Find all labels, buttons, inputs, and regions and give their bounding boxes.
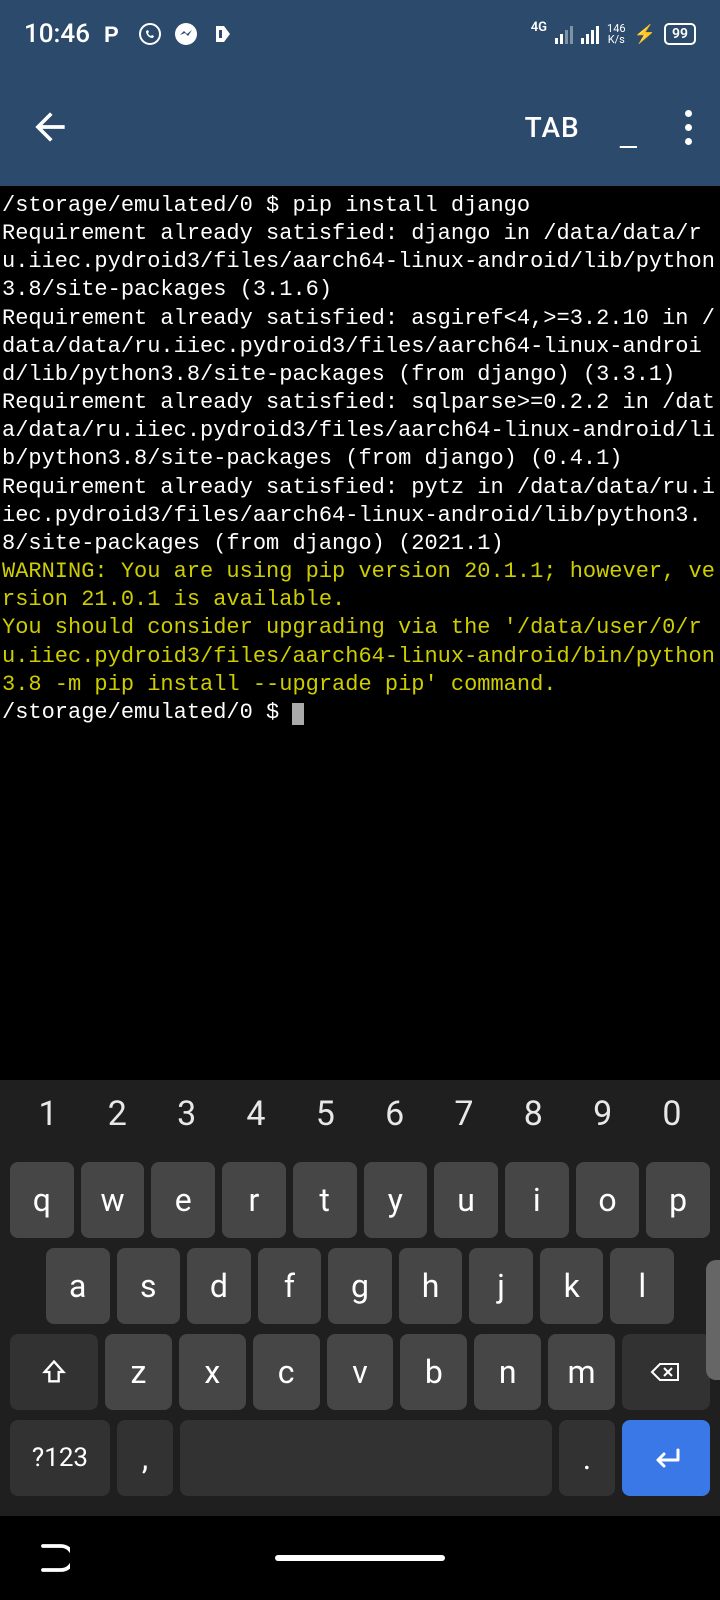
terminal-output[interactable]: /storage/emulated/0 $ pip install django… xyxy=(0,186,720,978)
app-icon xyxy=(210,22,234,46)
key-r[interactable]: r xyxy=(222,1162,286,1238)
key-m[interactable]: m xyxy=(548,1334,615,1410)
status-bar: 10:46 P 4G 146K/s ⚡ 99 xyxy=(0,0,720,68)
messenger-icon xyxy=(174,22,198,46)
key-8[interactable]: 8 xyxy=(509,1094,557,1134)
key-2[interactable]: 2 xyxy=(93,1094,141,1134)
terminal-warning: WARNING: You are using pip version 20.1.… xyxy=(2,559,715,612)
signal-icon-2 xyxy=(581,24,599,44)
network-type: 4G xyxy=(531,20,547,35)
key-1[interactable]: 1 xyxy=(24,1094,72,1134)
key-7[interactable]: 7 xyxy=(440,1094,488,1134)
shift-key[interactable] xyxy=(10,1334,98,1410)
charging-icon: ⚡ xyxy=(634,24,656,45)
terminal-line: Requirement already satisfied: asgiref<4… xyxy=(2,306,715,387)
edge-panel-handle[interactable] xyxy=(706,1260,720,1380)
key-q[interactable]: q xyxy=(10,1162,74,1238)
terminal-line: Requirement already satisfied: sqlparse>… xyxy=(2,390,715,471)
space-key[interactable] xyxy=(180,1420,552,1496)
key-3[interactable]: 3 xyxy=(163,1094,211,1134)
home-gesture-pill[interactable] xyxy=(275,1555,445,1561)
key-6[interactable]: 6 xyxy=(371,1094,419,1134)
key-l[interactable]: l xyxy=(610,1248,674,1324)
key-x[interactable]: x xyxy=(179,1334,246,1410)
symbols-key[interactable]: ?123 xyxy=(10,1420,110,1496)
key-y[interactable]: y xyxy=(364,1162,428,1238)
key-o[interactable]: o xyxy=(576,1162,640,1238)
soft-keyboard: 1 2 3 4 5 6 7 8 9 0 q w e r t y u i o p … xyxy=(0,1080,720,1516)
signal-icon-1 xyxy=(555,24,573,44)
navigation-bar xyxy=(0,1516,720,1600)
key-0[interactable]: 0 xyxy=(648,1094,696,1134)
key-z[interactable]: z xyxy=(105,1334,172,1410)
comma-key[interactable]: , xyxy=(117,1420,173,1496)
key-a[interactable]: a xyxy=(46,1248,110,1324)
key-i[interactable]: i xyxy=(505,1162,569,1238)
key-n[interactable]: n xyxy=(474,1334,541,1410)
back-button[interactable] xyxy=(28,105,72,149)
minimize-button[interactable]: _ xyxy=(620,109,637,156)
more-options-button[interactable] xyxy=(685,110,692,145)
cursor xyxy=(292,703,304,725)
period-key[interactable]: . xyxy=(559,1420,615,1496)
svg-text:P: P xyxy=(104,22,119,46)
terminal-line: Requirement already satisfied: pytz in /… xyxy=(2,475,715,556)
terminal-warning: You should consider upgrading via the '/… xyxy=(2,615,715,696)
tab-button[interactable]: TAB xyxy=(525,111,580,144)
terminal-line: Requirement already satisfied: django in… xyxy=(2,221,715,302)
key-t[interactable]: t xyxy=(293,1162,357,1238)
network-speed: 146K/s xyxy=(607,23,626,45)
key-h[interactable]: h xyxy=(399,1248,463,1324)
key-w[interactable]: w xyxy=(81,1162,145,1238)
app-bar: TAB _ xyxy=(0,68,720,186)
recent-apps-button[interactable] xyxy=(34,1540,70,1576)
terminal-prompt: /storage/emulated/0 $ xyxy=(2,700,292,725)
battery-indicator: 99 xyxy=(664,23,696,45)
terminal-line: /storage/emulated/0 $ pip install django xyxy=(2,193,530,218)
enter-key[interactable] xyxy=(622,1420,710,1496)
key-g[interactable]: g xyxy=(328,1248,392,1324)
key-v[interactable]: v xyxy=(327,1334,394,1410)
keyboard-number-row: 1 2 3 4 5 6 7 8 9 0 xyxy=(6,1088,714,1152)
key-d[interactable]: d xyxy=(187,1248,251,1324)
whatsapp-icon xyxy=(138,22,162,46)
key-4[interactable]: 4 xyxy=(232,1094,280,1134)
key-k[interactable]: k xyxy=(540,1248,604,1324)
key-c[interactable]: c xyxy=(253,1334,320,1410)
key-s[interactable]: s xyxy=(117,1248,181,1324)
key-f[interactable]: f xyxy=(258,1248,322,1324)
key-u[interactable]: u xyxy=(434,1162,498,1238)
key-5[interactable]: 5 xyxy=(301,1094,349,1134)
key-e[interactable]: e xyxy=(151,1162,215,1238)
key-9[interactable]: 9 xyxy=(579,1094,627,1134)
backspace-key[interactable] xyxy=(622,1334,710,1410)
key-b[interactable]: b xyxy=(400,1334,467,1410)
key-p[interactable]: p xyxy=(646,1162,710,1238)
parking-icon: P xyxy=(102,22,126,46)
status-time: 10:46 xyxy=(24,19,90,49)
key-j[interactable]: j xyxy=(469,1248,533,1324)
